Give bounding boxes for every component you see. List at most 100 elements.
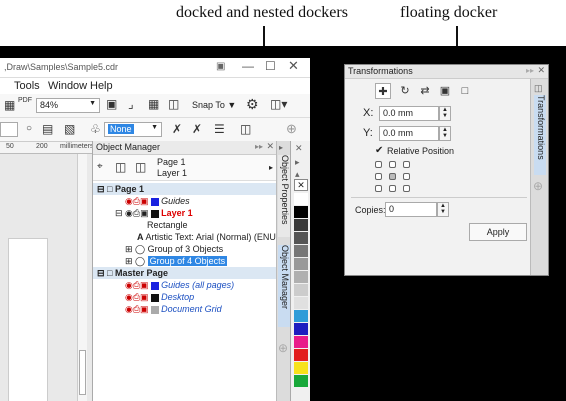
tree-row-guides[interactable]: ◉⎙▣ Guides (93, 195, 277, 207)
color-swatch[interactable] (294, 336, 308, 348)
anchor-point[interactable] (375, 173, 382, 180)
color-swatch[interactable] (294, 362, 308, 374)
scroll-thumb[interactable] (79, 350, 86, 395)
position-mode-icon[interactable]: ✚ (375, 83, 391, 99)
copies-input[interactable]: 0 (385, 202, 437, 217)
tab-object-properties[interactable]: Object Properties (278, 155, 290, 237)
color-swatch[interactable] (294, 193, 308, 205)
tree-row-desktop[interactable]: ◉⎙▣ Desktop (93, 291, 277, 303)
y-value: 0.0 mm (383, 128, 414, 138)
color-swatch[interactable] (294, 271, 308, 283)
palette-options-icon[interactable]: ▸ (295, 157, 300, 168)
visibility-icons[interactable]: ◉⎙▣ (125, 196, 149, 206)
color-swatch[interactable] (294, 323, 308, 335)
options-gear-icon[interactable]: ⚙ (246, 96, 259, 113)
anchor-point[interactable] (389, 185, 396, 192)
add-icon[interactable]: ⊕ (286, 121, 297, 137)
add-docker-icon[interactable]: ⊕ (533, 179, 543, 193)
fill-icon[interactable]: ♧ (90, 122, 101, 136)
account-icon[interactable]: ▣ (216, 61, 225, 72)
skew-mode-icon[interactable]: □ (457, 83, 473, 99)
collapse-icon[interactable]: ▸▸ (255, 142, 263, 151)
zoom-combo[interactable]: 84% ▼ (36, 98, 100, 113)
no-outline-icon[interactable]: ✗ (192, 122, 202, 136)
tree-row-page-1[interactable]: ⊟ □ Page 1 (93, 183, 277, 195)
color-swatch[interactable] (294, 375, 308, 387)
tree-row-layer-1[interactable]: ⊟ ◉⎙▣ Layer 1 (93, 207, 277, 219)
copies-spin-icon[interactable]: ▲ ▼ (437, 202, 449, 217)
x-position-input[interactable]: 0.0 mm (379, 106, 439, 121)
guidelines-icon[interactable]: ◫ (168, 97, 179, 111)
add-tab-icon[interactable]: ⊕ (278, 341, 288, 355)
full-screen-icon[interactable]: ▣ (106, 97, 117, 111)
color-swatch[interactable] (294, 349, 308, 361)
tab-indicator-icon[interactable]: ◫ (534, 83, 543, 94)
y-spin-icon[interactable]: ▲ ▼ (439, 126, 451, 141)
outline-icon[interactable]: ✗ (172, 122, 182, 136)
close-icon[interactable]: ✕ (288, 58, 299, 74)
drawing-canvas[interactable] (0, 154, 92, 401)
no-color-swatch[interactable]: ✕ (294, 179, 308, 191)
flyout-arrow-icon[interactable]: ▸ (269, 163, 273, 172)
vertical-scrollbar[interactable] (77, 154, 87, 401)
tree-row-master-page[interactable]: ⊟ □ Master Page (93, 267, 277, 279)
tree-row-rectangle[interactable]: Rectangle (93, 219, 277, 231)
snap-to-button[interactable]: Snap To ▼ (192, 100, 236, 110)
fill-combo[interactable]: None ▼ (104, 122, 162, 137)
close-docker-icon[interactable]: ✕ (266, 141, 274, 152)
toolbar-icon[interactable]: ▦ (4, 98, 15, 112)
anchor-point[interactable] (375, 185, 382, 192)
tab-object-manager[interactable]: Object Manager (278, 245, 290, 327)
anchor-point[interactable] (403, 173, 410, 180)
pdf-icon[interactable]: PDF (18, 97, 32, 104)
apply-button[interactable]: Apply (469, 223, 527, 241)
tree-row-document-grid[interactable]: ◉⎙▣ Document Grid (93, 303, 277, 315)
text-wrap-icon[interactable]: ☰ (214, 122, 225, 136)
align-icon[interactable]: ▤ (42, 122, 53, 136)
tree-row-guides-all-pages[interactable]: ◉⎙▣ Guides (all pages) (93, 279, 277, 291)
color-swatch[interactable] (294, 310, 308, 322)
relative-position-checkbox[interactable]: ✔ (375, 145, 383, 156)
maximize-icon[interactable]: ☐ (265, 59, 276, 73)
grid-icon[interactable]: ▦ (148, 97, 159, 111)
menu-window[interactable]: Window (48, 80, 87, 92)
anchor-point[interactable] (403, 185, 410, 192)
transformations-header[interactable]: Transformations ▸▸ ✕ (345, 65, 548, 79)
color-swatch[interactable] (294, 297, 308, 309)
color-swatch[interactable] (294, 284, 308, 296)
minimize-icon[interactable]: — (242, 59, 254, 73)
tab-strip-arrow-icon[interactable]: ▸ (279, 143, 283, 152)
color-swatch[interactable] (294, 245, 308, 257)
color-swatch[interactable] (294, 232, 308, 244)
edit-across-layers-icon[interactable]: ◫ (135, 160, 146, 174)
rulers-icon[interactable]: ⌟ (128, 97, 134, 111)
tree-row-group-4[interactable]: ⊞ ◯ Group of 4 Objects (93, 255, 277, 267)
color-swatch[interactable] (294, 258, 308, 270)
show-properties-icon[interactable]: ⌖ (97, 161, 103, 172)
transformations-collapse-icon[interactable]: ▸▸ (526, 66, 534, 75)
circle-icon[interactable]: ○ (26, 123, 32, 134)
layer-manager-view-icon[interactable]: ◫ (115, 160, 126, 174)
y-position-input[interactable]: 0.0 mm (379, 126, 439, 141)
object-order-icon[interactable]: ◫ (240, 122, 251, 136)
x-spin-icon[interactable]: ▲ ▼ (439, 106, 451, 121)
anchor-point[interactable] (389, 161, 396, 168)
palette-close-icon[interactable]: ✕ (295, 143, 303, 154)
menu-help[interactable]: Help (90, 80, 113, 92)
tree-row-group-3[interactable]: ⊞ ◯ Group of 3 Objects (93, 243, 277, 255)
property-field[interactable] (0, 122, 18, 137)
tab-transformations[interactable]: Transformations (534, 95, 546, 175)
tree-row-artistic-text[interactable]: A Artistic Text: Arial (Normal) (ENU) (93, 231, 279, 243)
color-swatch[interactable] (294, 206, 308, 218)
color-swatch[interactable] (294, 219, 308, 231)
rotate-mode-icon[interactable]: ↻ (397, 83, 413, 99)
menu-tools[interactable]: Tools (14, 80, 40, 92)
size-mode-icon[interactable]: ▣ (437, 83, 453, 99)
anchor-point[interactable] (375, 161, 382, 168)
distribute-icon[interactable]: ▧ (64, 122, 75, 136)
application-launcher-icon[interactable]: ◫▾ (270, 97, 287, 111)
anchor-point[interactable] (403, 161, 410, 168)
transformations-close-icon[interactable]: ✕ (537, 65, 545, 76)
anchor-point-selected[interactable] (389, 173, 396, 180)
scale-mirror-mode-icon[interactable]: ⇄ (417, 83, 433, 99)
